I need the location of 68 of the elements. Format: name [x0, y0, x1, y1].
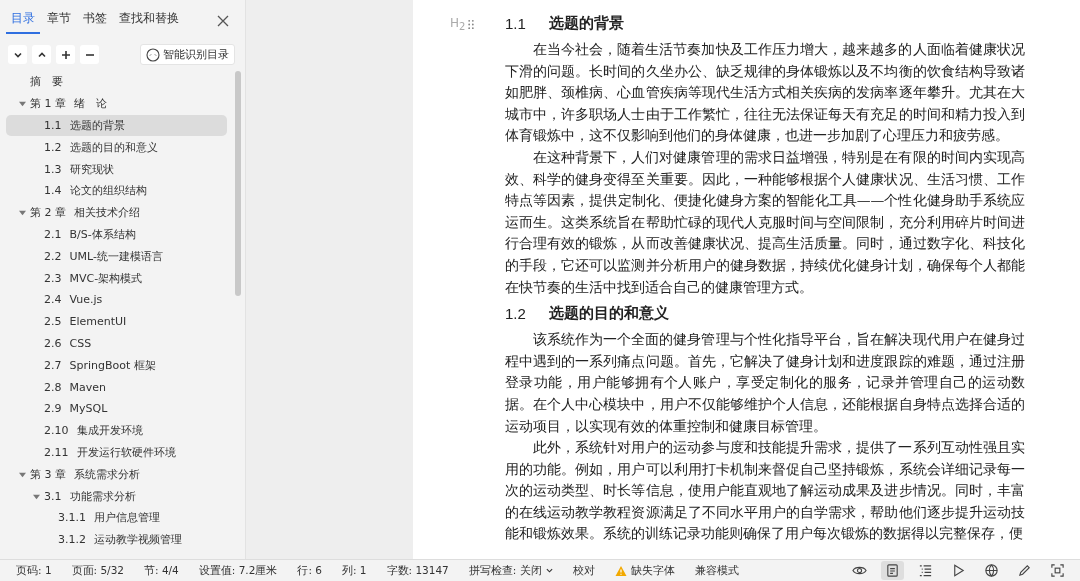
outline-item[interactable]: 3.1.2 运动教学视频管理 — [6, 528, 227, 551]
sidebar-tab[interactable]: 章节 — [42, 8, 76, 34]
outline-item[interactable]: 1.2 选题的目的和意义 — [6, 136, 227, 159]
scrollbar[interactable] — [235, 71, 241, 296]
close-icon[interactable] — [217, 15, 229, 27]
outline-item[interactable]: 摘 要 — [6, 71, 227, 93]
heading-text: 选题的目的和意义 — [549, 304, 669, 324]
caret-icon — [18, 100, 26, 108]
outline-item[interactable]: 2.10 集成开发环境 — [6, 419, 227, 442]
outline-item[interactable]: 2.4 Vue.js — [6, 288, 227, 311]
body-paragraph: 在当今社会，随着生活节奏加快及工作压力增大，越来越多的人面临着健康状况下滑的问题。长时间的久坐办公、缺乏规律的身体锻炼以及不均衡的饮食结构导致诸如肥胖、颈椎病、心血管疾病等现代生活方式相关疾病的发病率逐年攀升。尤其在大城市中，许多职场人士由于工作繁忙，往往无法保证每天有充足的时间和精力投入到体育锻炼中，这不仅影响到他们的身体健康，也进一步加剧了心理压力和疲劳感。 — [505, 40, 1025, 146]
body-paragraph: 此外，系统针对用户的运动参与度和技能提升需求，提供了一系列互动性强且实用的功能。例如，用户可以利用打卡机制来督促自己坚持锻炼，系统会详细记录每一次的运动类型、时长等信息，使用户能直观地了解运动成果及进步情况。同时，丰富的在线运动教学教程资源满足了不同水平用户的自学需求，帮助他们逐步提升运动技能和锻炼效果。系统的训练记录功能则确保了用户每次锻炼的数据得以完整保存，便 — [505, 438, 1025, 544]
globe-icon — [984, 563, 999, 578]
outline-item[interactable]: 2.2 UML-统一建模语言 — [6, 245, 227, 268]
sidebar-tab[interactable]: 书签 — [78, 8, 112, 34]
outline-item[interactable]: 2.3 MVC-架构模式 — [6, 267, 227, 289]
outline-item[interactable]: 1.4 论文的组织结构 — [6, 180, 227, 202]
status-text: 页面: 5/32 — [70, 563, 126, 578]
outline-item[interactable]: 1.1 选题的背景 — [6, 114, 227, 137]
outline-item[interactable]: 2.6 CSS — [6, 332, 227, 355]
plus-icon — [60, 49, 71, 60]
body-paragraph: 在这种背景下，人们对健康管理的需求日益增强，特别是在有限的时间内实现高效、科学的健身变得至关重要。因此，一种能够根据个人健康状况、生活习惯、工作特点等因素，提供定制化、便捷化健身方案的智能化工具——个性化健身助手系统应运而生。这类系统旨在帮助忙碌的现代人克服时间与空间限制，充分利用碎片时间进行合理有效的锻炼，从而改善健康状况、提高生活质量。同时，通过数字化、科技化的手段，它还可以监测并分析用户的健身数据，持续优化健身计划，确保每个人都能在快节奏的生活中找到适合自己的健康管理方式。 — [505, 147, 1025, 297]
outline-item[interactable]: 2.7 SpringBoot 框架 — [6, 354, 227, 377]
robot-face-icon — [146, 47, 160, 62]
outline-item[interactable]: 3.1 功能需求分析 — [6, 485, 227, 507]
status-button[interactable]: 兼容模式 — [684, 563, 749, 578]
spell-check-dropdown[interactable]: 拼写检查: 关闭 — [458, 563, 563, 578]
outline-icon — [918, 563, 933, 578]
outline-item[interactable]: 3.1.1 用户信息管理 — [6, 506, 227, 529]
focus-icon — [1050, 563, 1065, 578]
heading-number: 1.2 — [505, 305, 527, 323]
heading-number: 1.1 — [505, 15, 527, 32]
sidebar-tab[interactable]: 目录 — [6, 8, 40, 34]
outline-item[interactable]: 第 1 章 绪 论 — [6, 92, 227, 115]
caret-icon — [545, 567, 553, 574]
caret-icon — [18, 470, 26, 478]
outline-item[interactable]: 1.3 研究现状 — [6, 158, 227, 180]
play-icon — [951, 563, 966, 578]
outline-item[interactable]: 2.1 B/S-体系结构 — [6, 223, 227, 246]
caret-icon — [32, 492, 40, 500]
drag-handle-icon[interactable] — [468, 18, 475, 30]
status-text: 设置值: 7.2厘米 — [197, 563, 279, 578]
heading-text: 选题的背景 — [549, 14, 624, 33]
caret-icon — [18, 209, 26, 217]
smart-toc-button[interactable]: 智能识别目录 — [140, 44, 235, 65]
outline-item[interactable]: 2.8 Maven — [6, 376, 227, 398]
outline-item[interactable]: 2.11 开发运行软硬件环境 — [6, 441, 227, 464]
status-text: 字数: 13147 — [385, 563, 450, 578]
status-text: 页码: 1 — [15, 563, 53, 578]
warning-icon — [614, 564, 627, 577]
sidebar-tab[interactable]: 查找和替换 — [114, 8, 184, 34]
add-button[interactable] — [56, 45, 75, 64]
remove-button[interactable] — [80, 45, 99, 64]
page-view-button[interactable] — [881, 561, 904, 580]
page-icon — [885, 563, 900, 578]
expand-up-button[interactable] — [32, 45, 51, 64]
collapse-down-button[interactable] — [8, 45, 27, 64]
outline-item[interactable]: 2.9 MySQL — [6, 397, 227, 420]
outline-item[interactable]: 2.5 ElementUI — [6, 310, 227, 333]
status-text: 列: 1 — [340, 563, 368, 578]
pen-icon — [1017, 563, 1032, 578]
outline-item[interactable]: 第 2 章 相关技术介绍 — [6, 201, 227, 224]
status-button[interactable]: 校对 — [562, 563, 605, 578]
outline-item[interactable]: 第 3 章 系统需求分析 — [6, 463, 227, 486]
status-text: 节: 4/4 — [143, 563, 180, 578]
status-text: 行: 6 — [296, 563, 323, 578]
body-paragraph: 该系统作为一个全面的健身管理与个性化指导平台，旨在解决现代用户在健身过程中遇到的一系列痛点问题。首先，它解决了健身计划和进度跟踪的难题，通过注册登录功能，用户能够拥有个人账户，享受定制化的服务，记录并管理自己的运动数据。在个人中心模块中，用户不仅能够维护个人信息，还能根据自身特点选择合适的运动项目，以实现有效的体重控制和健康目标管理。 — [505, 330, 1025, 436]
missing-font-button[interactable]: 缺失字体 — [604, 563, 685, 578]
